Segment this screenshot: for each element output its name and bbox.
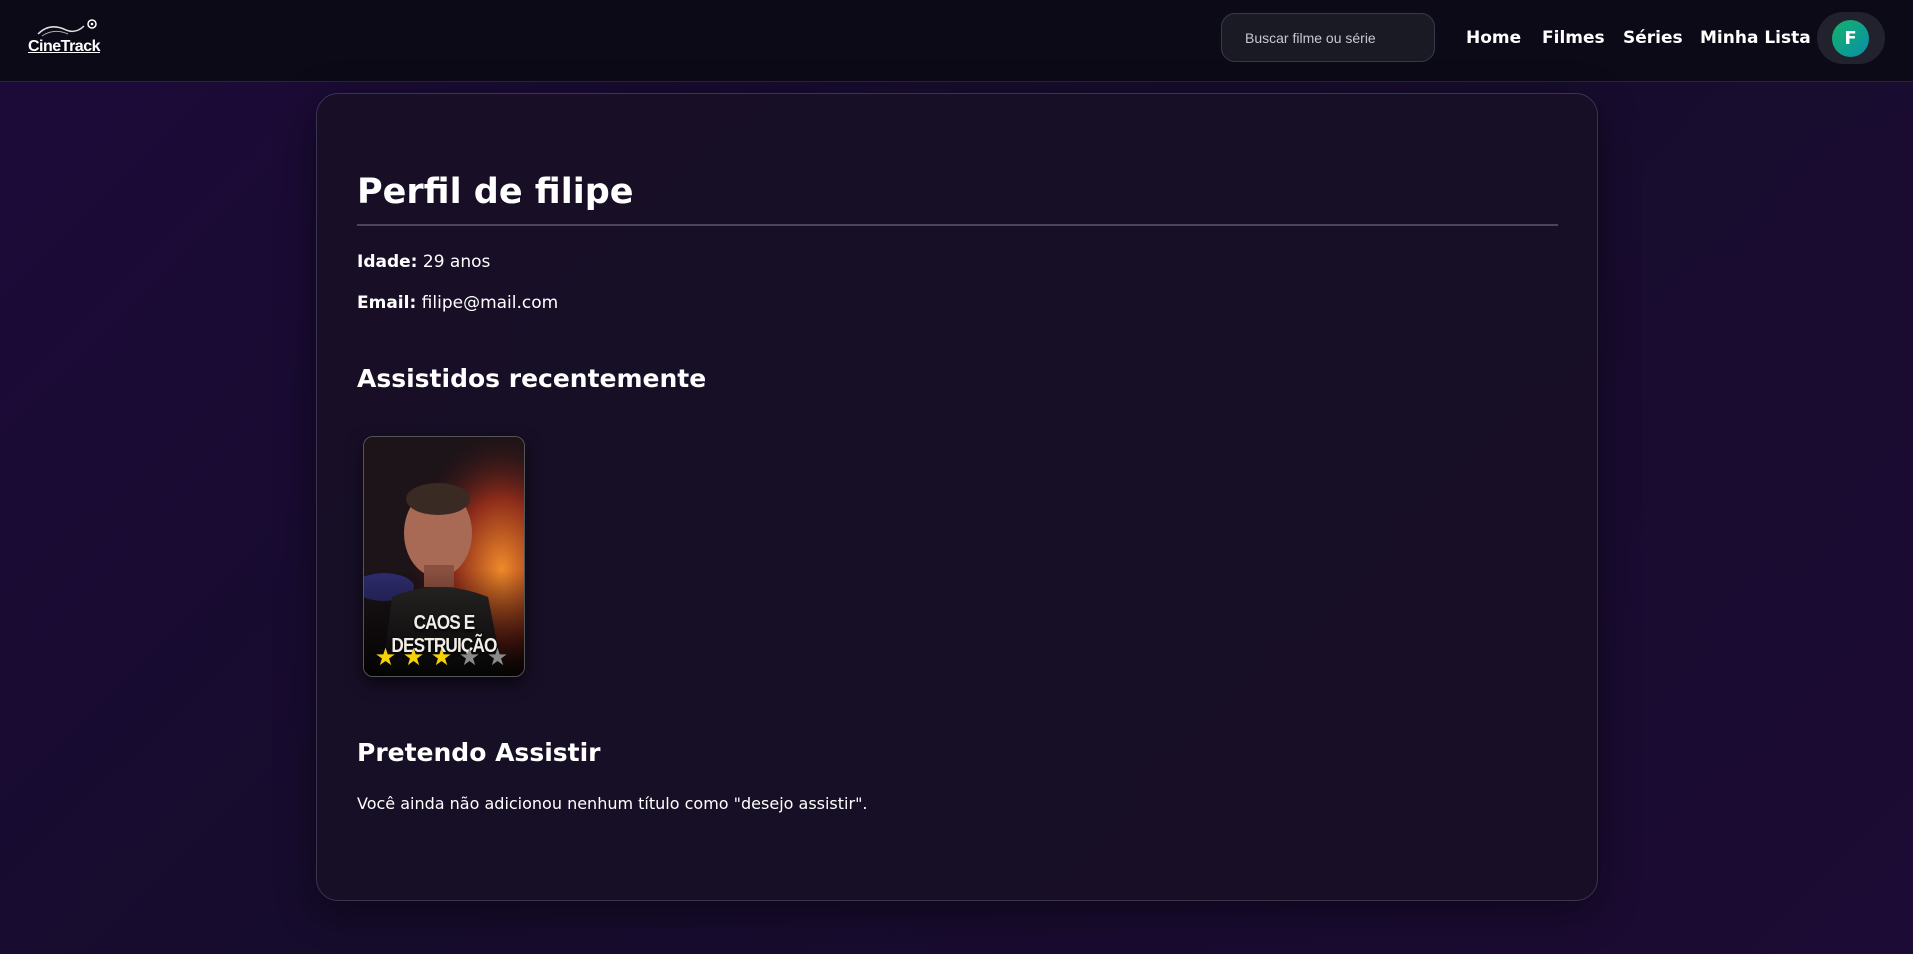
- logo-text: CineTrack: [28, 38, 100, 55]
- movie-poster-card[interactable]: CAOS E DESTRUIÇÃO ★ ★ ★ ★ ★: [363, 436, 525, 677]
- star-icon[interactable]: ★: [458, 645, 481, 669]
- email-label: Email:: [357, 293, 417, 313]
- watchlist-heading: Pretendo Assistir: [357, 738, 601, 767]
- title-divider: [357, 224, 1558, 226]
- email-row: Email: filipe@mail.com: [357, 293, 558, 313]
- watchlist-empty-message: Você ainda não adicionou nenhum título c…: [357, 794, 868, 813]
- nav-series[interactable]: Séries: [1623, 28, 1683, 48]
- profile-card: Perfil de filipe Idade: 29 anos Email: f…: [316, 93, 1598, 901]
- nav-minha-lista[interactable]: Minha Lista: [1700, 28, 1811, 48]
- star-icon[interactable]: ★: [486, 645, 509, 669]
- nav-home[interactable]: Home: [1466, 28, 1521, 48]
- age-label: Idade:: [357, 252, 418, 272]
- star-icon[interactable]: ★: [374, 645, 397, 669]
- star-rating[interactable]: ★ ★ ★ ★ ★: [374, 645, 509, 669]
- logo-icon: [37, 19, 97, 37]
- nav-filmes[interactable]: Filmes: [1542, 28, 1605, 48]
- email-value: filipe@mail.com: [421, 293, 559, 313]
- recent-heading: Assistidos recentemente: [357, 364, 707, 393]
- age-value: 29 anos: [422, 252, 491, 272]
- star-icon[interactable]: ★: [430, 645, 453, 669]
- user-menu-button[interactable]: F: [1817, 12, 1885, 64]
- page-title: Perfil de filipe: [357, 172, 634, 212]
- top-navbar: CineTrack Home Filmes Séries Minha Lista…: [0, 0, 1913, 82]
- age-row: Idade: 29 anos: [357, 252, 490, 272]
- avatar: F: [1832, 20, 1869, 57]
- logo[interactable]: CineTrack: [28, 18, 102, 58]
- star-icon[interactable]: ★: [402, 645, 425, 669]
- search-input[interactable]: [1221, 13, 1435, 62]
